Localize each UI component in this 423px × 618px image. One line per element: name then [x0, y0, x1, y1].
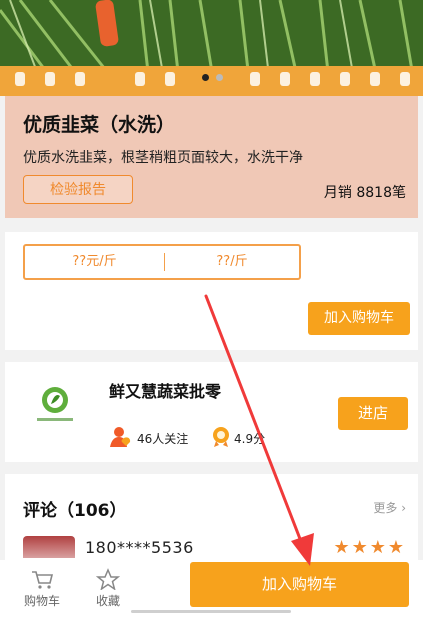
- more-comments-label: 更多: [373, 501, 398, 515]
- store-name: 鲜又慧蔬菜批零: [109, 382, 222, 401]
- enter-store-button[interactable]: 进店: [338, 397, 408, 430]
- product-image: [0, 0, 423, 96]
- store-card[interactable]: 鲜又慧蔬菜批零 46人关注 4.9分 进店: [5, 362, 418, 462]
- product-image-carousel[interactable]: [0, 0, 423, 96]
- price-per-jin[interactable]: ??元/斤: [25, 246, 164, 278]
- bottom-action-bar: 购物车 收藏 加入购物车: [0, 560, 423, 618]
- price-alt[interactable]: ??/斤: [165, 246, 299, 278]
- commenter-avatar: [23, 536, 75, 558]
- carousel-dot-active[interactable]: [202, 74, 209, 81]
- store-rating: 4.9分: [234, 432, 266, 446]
- product-description: 优质水洗韭菜，根茎稍粗页面较大，水洗干净: [23, 150, 303, 166]
- add-to-cart-button-small[interactable]: 加入购物车: [308, 302, 410, 335]
- cart-tab-label: 购物车: [23, 594, 60, 608]
- home-indicator: [131, 610, 291, 613]
- rating-medal-icon: [210, 426, 232, 452]
- monthly-sales: 月销 8818笔: [323, 185, 406, 201]
- star-outline-icon: [96, 568, 120, 590]
- followers-count: 46人关注: [137, 432, 189, 446]
- cart-icon: [32, 571, 54, 589]
- store-logo: [23, 374, 87, 438]
- favorite-tab[interactable]: 收藏: [78, 568, 138, 609]
- commenter-name: 180****5536: [85, 538, 194, 557]
- cart-tab[interactable]: 购物车: [12, 568, 72, 609]
- chevron-right-icon: ›: [401, 501, 406, 515]
- price-selector[interactable]: ??元/斤 ??/斤: [23, 244, 301, 280]
- followers-icon: [109, 426, 133, 452]
- inspection-report-button[interactable]: 检验报告: [23, 175, 133, 204]
- product-info-card: 优质韭菜（水洗） 优质水洗韭菜，根茎稍粗页面较大，水洗干净 检验报告 月销 88…: [5, 96, 418, 218]
- price-card: ??元/斤 ??/斤 加入购物车: [5, 232, 418, 350]
- comment-rating-stars: ★★★★: [333, 537, 406, 558]
- carousel-dot[interactable]: [216, 74, 223, 81]
- product-title: 优质韭菜（水洗）: [23, 114, 176, 136]
- favorite-tab-label: 收藏: [95, 594, 120, 608]
- more-comments-link[interactable]: 更多 ›: [373, 499, 406, 516]
- comments-title: 评论（106）: [23, 501, 127, 521]
- add-to-cart-button[interactable]: 加入购物车: [190, 562, 409, 607]
